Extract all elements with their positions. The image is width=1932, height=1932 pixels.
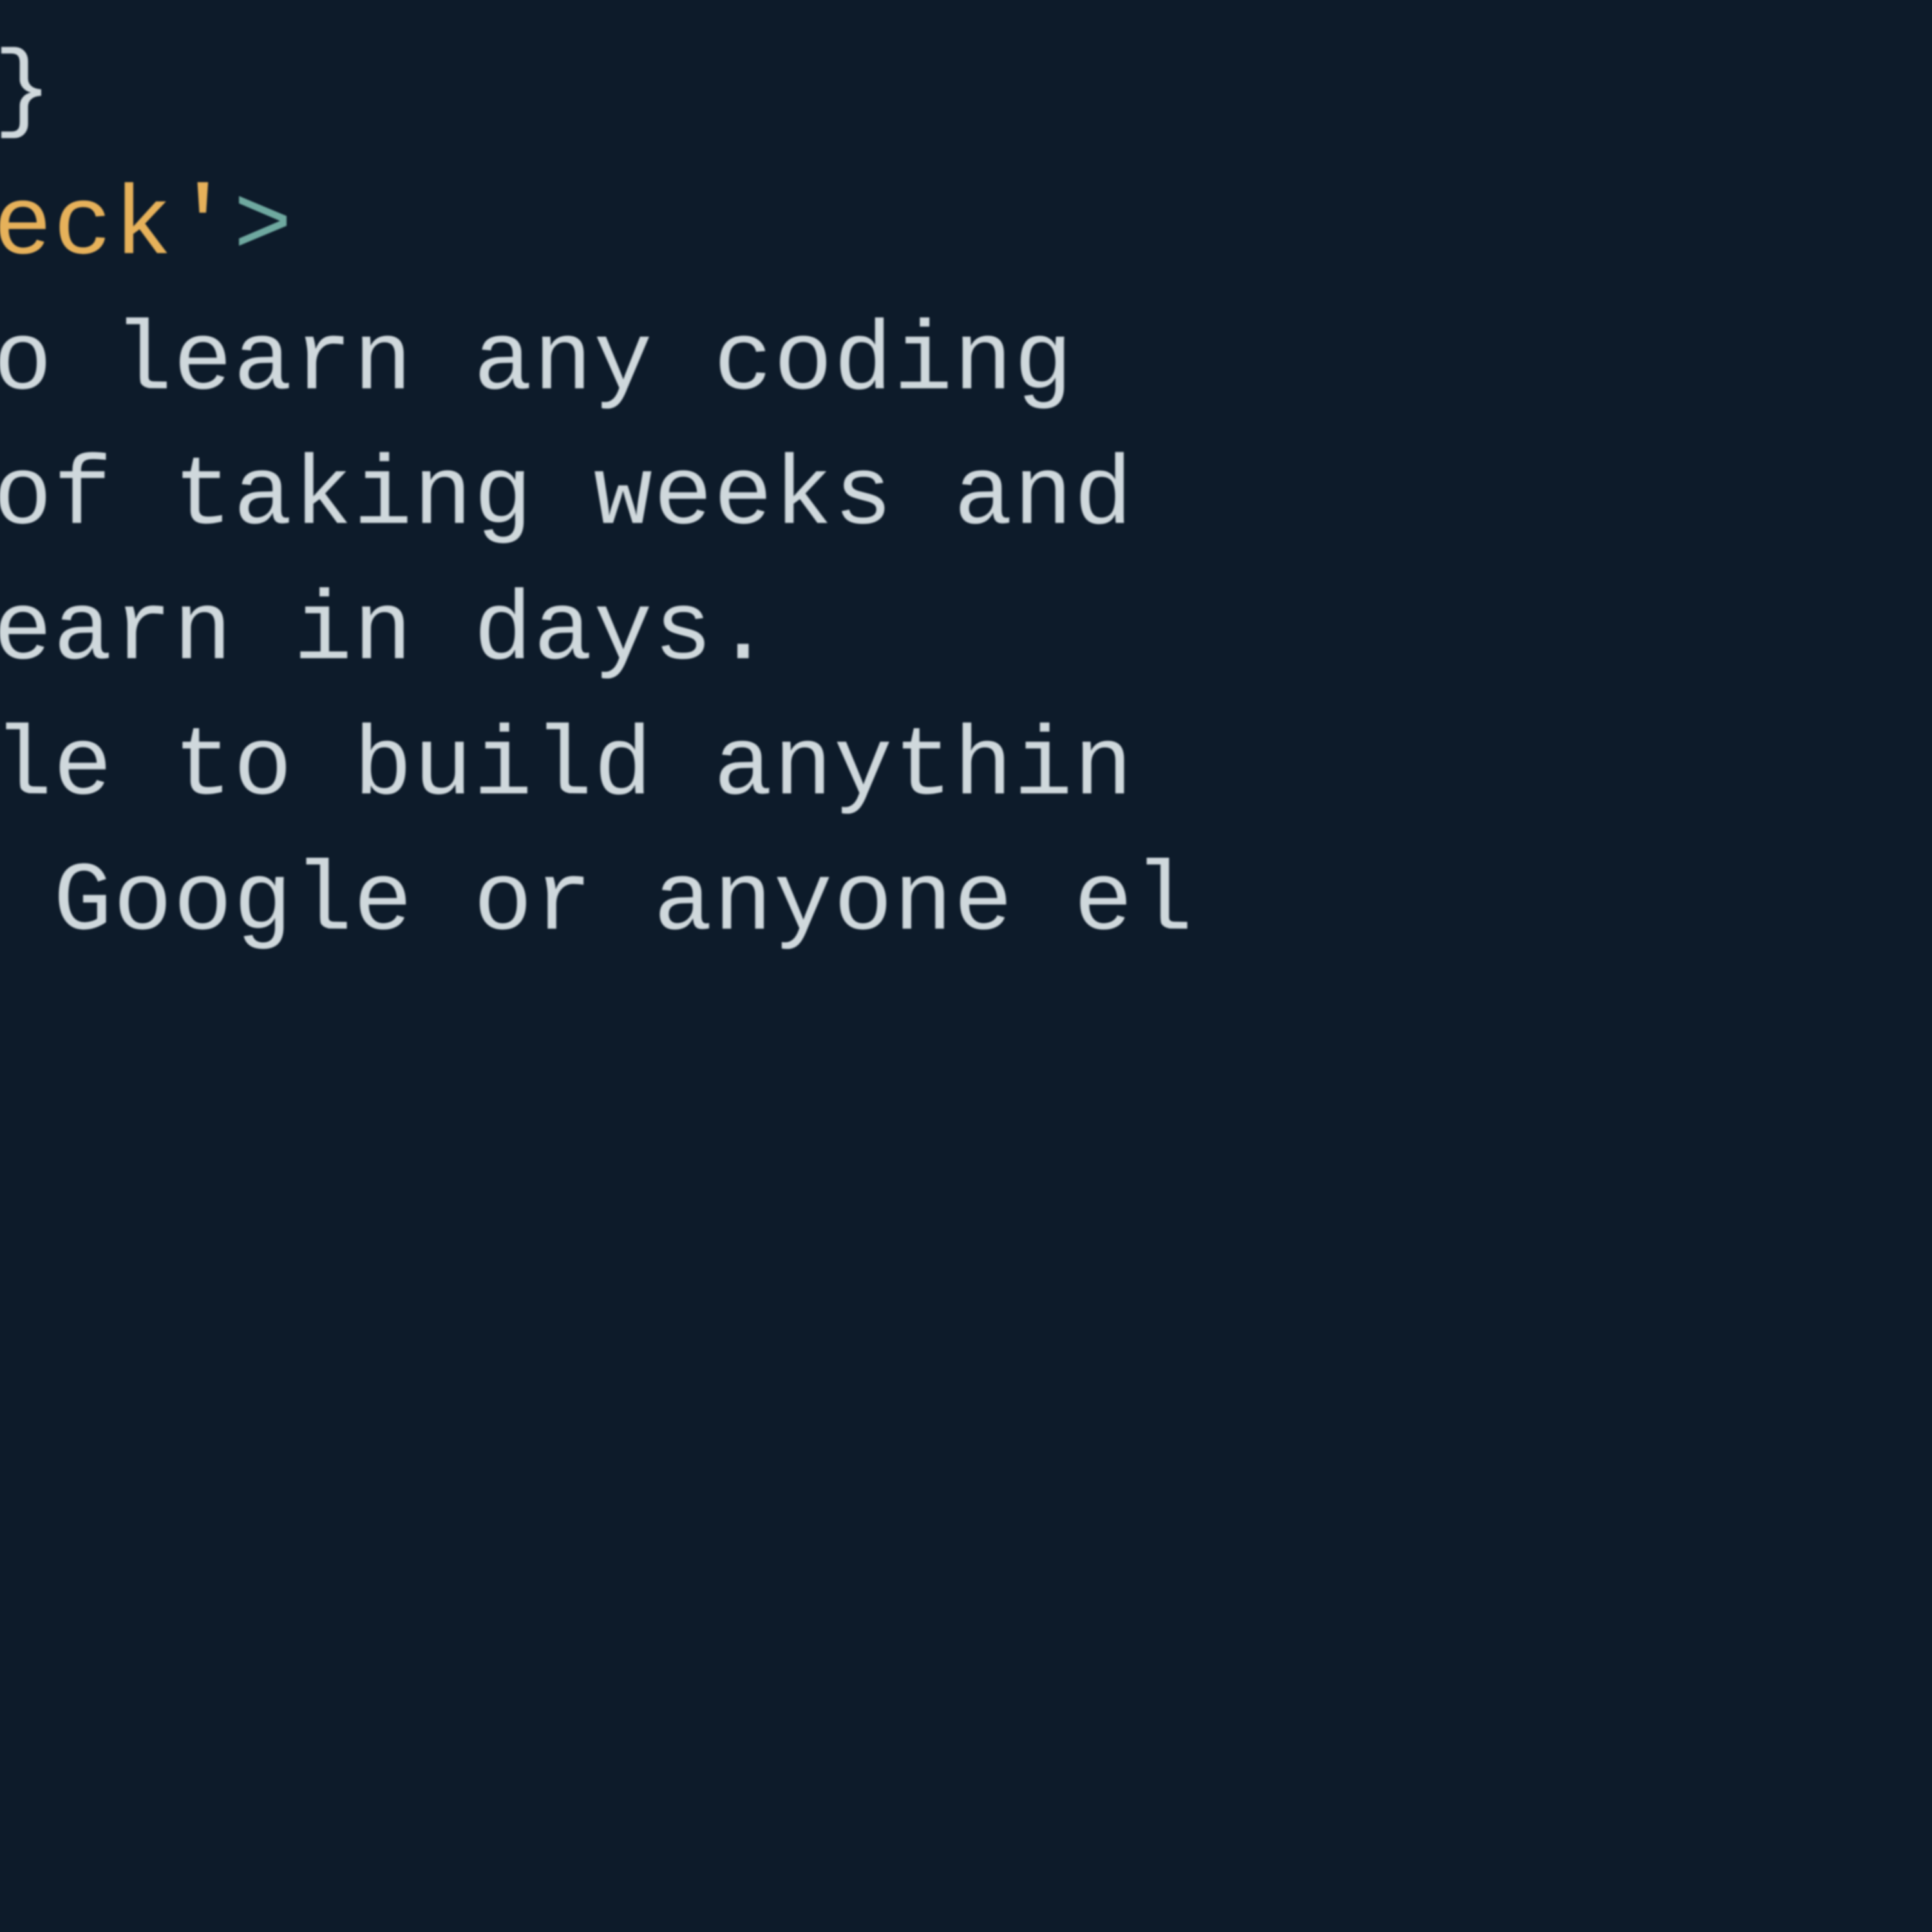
text-fragment: e to learn any coding — [0, 307, 1134, 418]
code-line-5: l learn in days. — [0, 576, 773, 688]
code-line-6: able to build anythin — [0, 712, 1134, 823]
tag-close: > — [234, 171, 294, 283]
code-line-7: on Google or anyone el — [0, 847, 1194, 958]
text-fragment: on Google or anyone el — [0, 847, 1194, 958]
brace-close: } — [0, 36, 53, 147]
string-fragment: -check' — [0, 171, 234, 283]
code-line-4: ad of taking weeks and — [0, 441, 1194, 553]
code-line-2: -check'> — [0, 171, 294, 283]
text-fragment: ad of taking weeks and — [0, 441, 1194, 553]
code-line-1: */} — [0, 36, 53, 147]
text-fragment: able to build anythin — [0, 712, 1134, 823]
text-fragment: l learn in days. — [0, 576, 773, 688]
code-editor[interactable]: */} -check'> e to learn any coding ad of… — [0, 0, 1932, 970]
code-line-3: e to learn any coding — [0, 307, 1134, 418]
